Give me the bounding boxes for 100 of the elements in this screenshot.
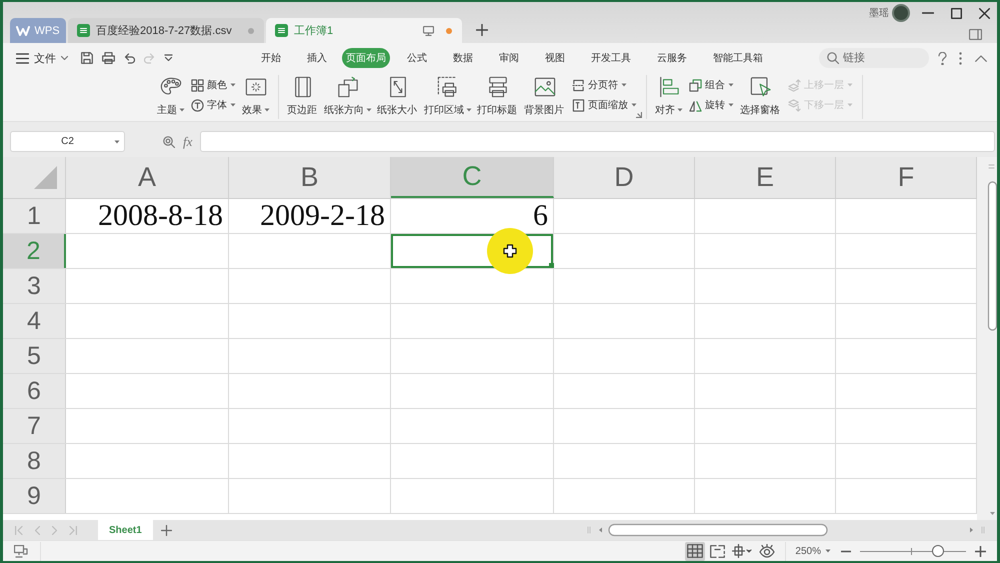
column-header[interactable]: A bbox=[66, 157, 229, 198]
row-header[interactable]: 6 bbox=[3, 374, 66, 408]
ribbon-button[interactable]: 对齐 bbox=[654, 75, 684, 119]
ribbon-tab[interactable]: 公式 bbox=[394, 48, 440, 68]
avatar-icon[interactable] bbox=[892, 4, 910, 22]
active-cell[interactable] bbox=[391, 234, 554, 268]
file-menu-button[interactable]: 文件 bbox=[13, 48, 71, 68]
close-icon[interactable] bbox=[979, 8, 990, 18]
dashed-printer-icon bbox=[437, 76, 459, 98]
name-box[interactable]: C2 bbox=[10, 131, 125, 152]
page-lines-icon bbox=[292, 76, 314, 98]
chevron-down-icon bbox=[61, 56, 68, 60]
search-icon bbox=[827, 52, 839, 64]
column-header[interactable]: D bbox=[554, 157, 695, 198]
ribbon-button[interactable]: 选择窗格 bbox=[739, 75, 783, 119]
document-tab[interactable]: 百度经验2018-7-27数据.csv bbox=[68, 18, 264, 43]
fill-handle-icon[interactable] bbox=[549, 263, 554, 268]
vertical-scrollbar[interactable] bbox=[977, 157, 997, 520]
picture-icon bbox=[534, 76, 556, 98]
sheet-tab[interactable]: Sheet1 bbox=[98, 520, 153, 540]
column-header[interactable]: E bbox=[695, 157, 836, 198]
ribbon-button[interactable]: 页边距 bbox=[286, 75, 320, 119]
row-header[interactable]: 7 bbox=[3, 409, 66, 443]
ribbon-button[interactable]: 颜色 bbox=[189, 75, 238, 95]
caret-icon[interactable] bbox=[114, 140, 120, 144]
eye-icon bbox=[759, 544, 776, 558]
window-cursor-icon bbox=[750, 76, 772, 98]
ribbon-button[interactable]: 组合 bbox=[687, 75, 736, 95]
page-break-icon bbox=[572, 78, 585, 92]
ribbon-button[interactable]: 纸张大小 bbox=[376, 75, 420, 119]
monitor-icon[interactable] bbox=[14, 544, 28, 558]
ribbon-button[interactable]: 纸张方向 bbox=[323, 75, 373, 119]
formula-field[interactable] bbox=[200, 131, 995, 152]
zigzag-logo-icon bbox=[16, 26, 30, 36]
search-field[interactable]: 链接 bbox=[819, 48, 929, 68]
zoom-out-icon[interactable] bbox=[841, 550, 851, 552]
ribbon-tab[interactable]: 审阅 bbox=[486, 48, 532, 68]
spreadsheet-file-icon bbox=[275, 24, 288, 37]
dialog-launcher-icon[interactable] bbox=[636, 112, 642, 118]
row-header[interactable]: 8 bbox=[3, 444, 66, 478]
row-header[interactable]: 1 bbox=[3, 199, 66, 233]
overlap-squares-icon bbox=[689, 78, 702, 92]
normal-view-button[interactable] bbox=[685, 542, 706, 560]
row-header[interactable]: 3 bbox=[3, 269, 66, 303]
function-label[interactable]: fx bbox=[183, 134, 192, 150]
plus-icon[interactable] bbox=[476, 24, 488, 36]
ribbon-tab[interactable]: 智能工具箱 bbox=[700, 48, 776, 68]
reading-view-button[interactable] bbox=[730, 542, 754, 560]
row-header[interactable]: 5 bbox=[3, 339, 66, 373]
collapse-icon[interactable] bbox=[975, 54, 987, 62]
printer-icon[interactable] bbox=[102, 52, 115, 64]
ribbon-button[interactable]: 主题 bbox=[156, 75, 186, 119]
layers-up-icon bbox=[788, 78, 801, 92]
more-icon[interactable] bbox=[959, 52, 962, 64]
eye-protection-button[interactable] bbox=[757, 542, 778, 560]
ribbon-tab[interactable]: 开始 bbox=[248, 48, 294, 68]
ribbon-tab[interactable]: 开发工具 bbox=[578, 48, 644, 68]
document-tab[interactable]: 工作簿1 bbox=[266, 18, 462, 43]
page-frame-icon bbox=[572, 98, 585, 112]
ribbon-tab[interactable]: 数据 bbox=[440, 48, 486, 68]
table-cell: 2009-2-18 bbox=[229, 199, 391, 233]
ribbon-button[interactable]: 页面缩放 bbox=[570, 95, 639, 115]
ribbon-tab[interactable]: 云服务 bbox=[644, 48, 700, 68]
user-name[interactable]: 墨瑶 bbox=[869, 6, 889, 20]
add-sheet-icon[interactable] bbox=[160, 524, 172, 536]
sparkle-frame-icon bbox=[245, 76, 267, 98]
row-header[interactable]: 4 bbox=[3, 304, 66, 338]
ribbon-button[interactable]: 分页符 bbox=[570, 75, 639, 95]
ribbon-button[interactable]: 打印区域 bbox=[423, 75, 473, 119]
grid-icon bbox=[191, 78, 204, 92]
customize-icon[interactable] bbox=[164, 54, 173, 62]
grid-icon bbox=[687, 544, 704, 558]
sidebar-toggle-icon[interactable] bbox=[969, 29, 982, 40]
ribbon-button[interactable]: 旋转 bbox=[687, 95, 736, 115]
ribbon-button[interactable]: 字体 bbox=[189, 95, 238, 115]
ribbon-button[interactable]: 背景图片 bbox=[523, 75, 567, 119]
letter-t-circle-icon bbox=[191, 98, 204, 112]
zoom-in-icon[interactable] bbox=[975, 546, 986, 556]
ribbon-tab[interactable]: 视图 bbox=[532, 48, 578, 68]
caret-icon[interactable] bbox=[825, 549, 831, 553]
triangles-icon bbox=[689, 98, 702, 112]
split-page-icon bbox=[710, 544, 726, 558]
ribbon-button[interactable]: 打印标题 bbox=[476, 75, 520, 119]
row-header[interactable]: 9 bbox=[3, 479, 66, 513]
slider-thumb[interactable] bbox=[932, 545, 944, 557]
help-icon[interactable] bbox=[938, 52, 947, 64]
cursor-highlight-icon bbox=[487, 228, 533, 274]
find-icon[interactable] bbox=[163, 136, 175, 148]
ribbon-tab[interactable]: 插入 bbox=[294, 48, 340, 68]
undo-icon[interactable] bbox=[124, 52, 135, 64]
dot-icon[interactable] bbox=[446, 28, 452, 34]
align-bars-icon bbox=[658, 76, 680, 98]
layers-down-icon bbox=[788, 98, 801, 112]
monitor-icon[interactable] bbox=[423, 26, 434, 36]
save-icon[interactable] bbox=[81, 52, 93, 64]
zoom-dropdown[interactable]: 250% bbox=[795, 546, 831, 556]
menu-icon bbox=[16, 52, 29, 64]
maximize-icon[interactable] bbox=[951, 8, 962, 18]
dot-icon[interactable] bbox=[248, 28, 254, 34]
ribbon-button[interactable]: 效果 bbox=[241, 75, 271, 119]
